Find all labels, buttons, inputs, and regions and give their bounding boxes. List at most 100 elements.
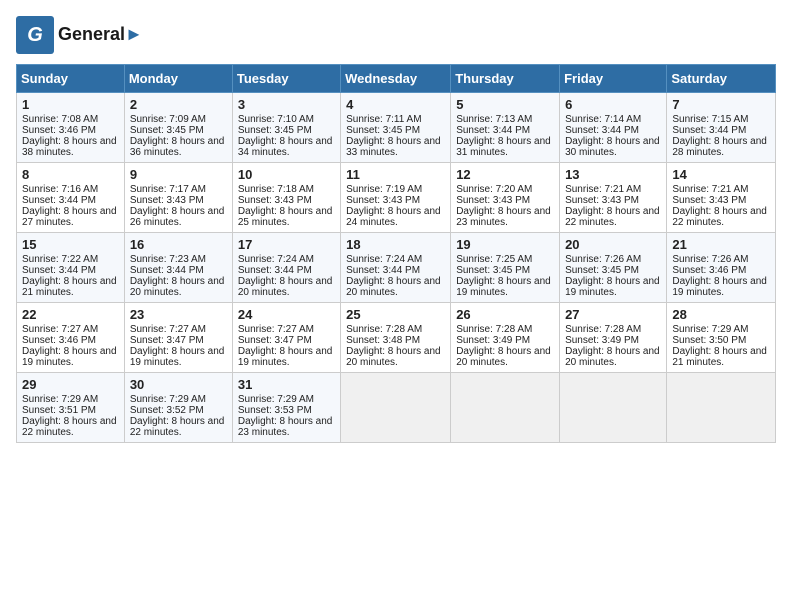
calendar-week-5: 29Sunrise: 7:29 AMSunset: 3:51 PMDayligh… bbox=[17, 373, 776, 443]
day-cell-16: 16Sunrise: 7:23 AMSunset: 3:44 PMDayligh… bbox=[124, 233, 232, 303]
daylight-label: Daylight: 8 hours and 22 minutes. bbox=[672, 206, 767, 228]
day-number: 23 bbox=[130, 307, 227, 322]
daylight-label: Daylight: 8 hours and 34 minutes. bbox=[238, 136, 333, 158]
logo: G General► bbox=[16, 16, 143, 54]
sunset-label: Sunset: 3:47 PM bbox=[130, 335, 204, 346]
sunset-label: Sunset: 3:44 PM bbox=[22, 195, 96, 206]
sunrise-label: Sunrise: 7:27 AM bbox=[22, 324, 98, 335]
day-cell-28: 28 Sunrise: 7:29 AMSunset: 3:50 PMDayligh… bbox=[667, 303, 776, 373]
daylight-label: Daylight: 8 hours and 26 minutes. bbox=[130, 206, 225, 228]
sunset-label: Sunset: 3:46 PM bbox=[22, 125, 96, 136]
sunrise-label: Sunrise: 7:29 AM bbox=[672, 324, 748, 335]
daylight-label: Daylight: 8 hours and 22 minutes. bbox=[565, 206, 660, 228]
empty-cell bbox=[341, 373, 451, 443]
sunset-label: Sunset: 3:49 PM bbox=[456, 335, 530, 346]
day-number: 5 bbox=[456, 97, 554, 112]
day-number: 15 bbox=[22, 237, 119, 252]
sunrise-label: Sunrise: 7:26 AM bbox=[672, 254, 748, 265]
sunrise-label: Sunrise: 7:19 AM bbox=[346, 184, 422, 195]
daylight-label: Daylight: 8 hours and 23 minutes. bbox=[238, 416, 333, 438]
day-number: 11 bbox=[346, 167, 445, 182]
day-cell-19: 19Sunrise: 7:25 AMSunset: 3:45 PMDayligh… bbox=[451, 233, 560, 303]
sunrise-label: Sunrise: 7:29 AM bbox=[238, 394, 314, 405]
calendar-week-1: 1Sunrise: 7:08 AMSunset: 3:46 PMDaylight… bbox=[17, 93, 776, 163]
sunrise-label: Sunrise: 7:16 AM bbox=[22, 184, 98, 195]
logo-text-block: General► bbox=[58, 25, 143, 45]
day-number: 12 bbox=[456, 167, 554, 182]
daylight-label: Daylight: 8 hours and 20 minutes. bbox=[565, 346, 660, 368]
sunset-label: Sunset: 3:45 PM bbox=[238, 125, 312, 136]
day-number: 2 bbox=[130, 97, 227, 112]
daylight-label: Daylight: 8 hours and 19 minutes. bbox=[238, 346, 333, 368]
calendar-table: Sunday Monday Tuesday Wednesday Thursday… bbox=[16, 64, 776, 443]
sunrise-label: Sunrise: 7:28 AM bbox=[456, 324, 532, 335]
day-number: 26 bbox=[456, 307, 554, 322]
daylight-label: Daylight: 8 hours and 21 minutes. bbox=[672, 346, 767, 368]
daylight-label: Daylight: 8 hours and 38 minutes. bbox=[22, 136, 117, 158]
daylight-label: Daylight: 8 hours and 20 minutes. bbox=[346, 276, 441, 298]
day-number: 8 bbox=[22, 167, 119, 182]
daylight-label: Daylight: 8 hours and 21 minutes. bbox=[22, 276, 117, 298]
daylight-label: Daylight: 8 hours and 19 minutes. bbox=[456, 276, 551, 298]
sunset-label: Sunset: 3:44 PM bbox=[565, 125, 639, 136]
day-number: 21 bbox=[672, 237, 770, 252]
day-number: 19 bbox=[456, 237, 554, 252]
day-number: 27 bbox=[565, 307, 661, 322]
sunset-label: Sunset: 3:43 PM bbox=[456, 195, 530, 206]
day-cell-8: 8Sunrise: 7:16 AMSunset: 3:44 PMDaylight… bbox=[17, 163, 125, 233]
sunrise-label: Sunrise: 7:20 AM bbox=[456, 184, 532, 195]
calendar-week-3: 15Sunrise: 7:22 AMSunset: 3:44 PMDayligh… bbox=[17, 233, 776, 303]
day-cell-5: 5Sunrise: 7:13 AMSunset: 3:44 PMDaylight… bbox=[451, 93, 560, 163]
sunrise-label: Sunrise: 7:24 AM bbox=[346, 254, 422, 265]
sunrise-label: Sunrise: 7:11 AM bbox=[346, 114, 421, 125]
day-cell-4: 4Sunrise: 7:11 AMSunset: 3:45 PMDaylight… bbox=[341, 93, 451, 163]
day-cell-25: 25Sunrise: 7:28 AMSunset: 3:48 PMDayligh… bbox=[341, 303, 451, 373]
col-thursday: Thursday bbox=[451, 65, 560, 93]
day-cell-29: 29Sunrise: 7:29 AMSunset: 3:51 PMDayligh… bbox=[17, 373, 125, 443]
day-cell-12: 12Sunrise: 7:20 AMSunset: 3:43 PMDayligh… bbox=[451, 163, 560, 233]
daylight-label: Daylight: 8 hours and 30 minutes. bbox=[565, 136, 660, 158]
sunset-label: Sunset: 3:43 PM bbox=[238, 195, 312, 206]
sunset-label: Sunset: 3:47 PM bbox=[238, 335, 312, 346]
day-number: 14 bbox=[672, 167, 770, 182]
sunset-label: Sunset: 3:45 PM bbox=[565, 265, 639, 276]
day-cell-21: 21Sunrise: 7:26 AMSunset: 3:46 PMDayligh… bbox=[667, 233, 776, 303]
sunrise-label: Sunrise: 7:22 AM bbox=[22, 254, 98, 265]
calendar-week-4: 22Sunrise: 7:27 AMSunset: 3:46 PMDayligh… bbox=[17, 303, 776, 373]
sunset-label: Sunset: 3:43 PM bbox=[346, 195, 420, 206]
empty-cell bbox=[451, 373, 560, 443]
sunset-label: Sunset: 3:50 PM bbox=[672, 335, 746, 346]
sunset-label: Sunset: 3:45 PM bbox=[456, 265, 530, 276]
sunset-label: Sunset: 3:46 PM bbox=[672, 265, 746, 276]
day-number: 10 bbox=[238, 167, 335, 182]
sunrise-label: Sunrise: 7:17 AM bbox=[130, 184, 206, 195]
sunset-label: Sunset: 3:44 PM bbox=[130, 265, 204, 276]
logo-square: G bbox=[16, 16, 54, 54]
day-number: 1 bbox=[22, 97, 119, 112]
sunset-label: Sunset: 3:44 PM bbox=[238, 265, 312, 276]
sunset-label: Sunset: 3:48 PM bbox=[346, 335, 420, 346]
day-cell-7: 7Sunrise: 7:15 AMSunset: 3:44 PMDaylight… bbox=[667, 93, 776, 163]
sunrise-label: Sunrise: 7:29 AM bbox=[22, 394, 98, 405]
day-number: 24 bbox=[238, 307, 335, 322]
day-cell-31: 31Sunrise: 7:29 AMSunset: 3:53 PMDayligh… bbox=[232, 373, 340, 443]
sunrise-label: Sunrise: 7:26 AM bbox=[565, 254, 641, 265]
day-cell-9: 9Sunrise: 7:17 AMSunset: 3:43 PMDaylight… bbox=[124, 163, 232, 233]
sunset-label: Sunset: 3:44 PM bbox=[346, 265, 420, 276]
daylight-label: Daylight: 8 hours and 31 minutes. bbox=[456, 136, 551, 158]
daylight-label: Daylight: 8 hours and 25 minutes. bbox=[238, 206, 333, 228]
day-cell-1: 1Sunrise: 7:08 AMSunset: 3:46 PMDaylight… bbox=[17, 93, 125, 163]
day-cell-3: 3Sunrise: 7:10 AMSunset: 3:45 PMDaylight… bbox=[232, 93, 340, 163]
sunrise-label: Sunrise: 7:28 AM bbox=[565, 324, 641, 335]
sunrise-label: Sunrise: 7:14 AM bbox=[565, 114, 641, 125]
sunrise-label: Sunrise: 7:13 AM bbox=[456, 114, 532, 125]
day-number: 31 bbox=[238, 377, 335, 392]
day-number: 4 bbox=[346, 97, 445, 112]
logo-letter: G bbox=[27, 24, 43, 47]
day-cell-10: 10Sunrise: 7:18 AMSunset: 3:43 PMDayligh… bbox=[232, 163, 340, 233]
sunrise-label: Sunrise: 7:21 AM bbox=[565, 184, 641, 195]
day-number: 28 bbox=[672, 307, 770, 322]
daylight-label: Daylight: 8 hours and 36 minutes. bbox=[130, 136, 225, 158]
sunrise-label: Sunrise: 7:15 AM bbox=[672, 114, 748, 125]
sunset-label: Sunset: 3:44 PM bbox=[22, 265, 96, 276]
